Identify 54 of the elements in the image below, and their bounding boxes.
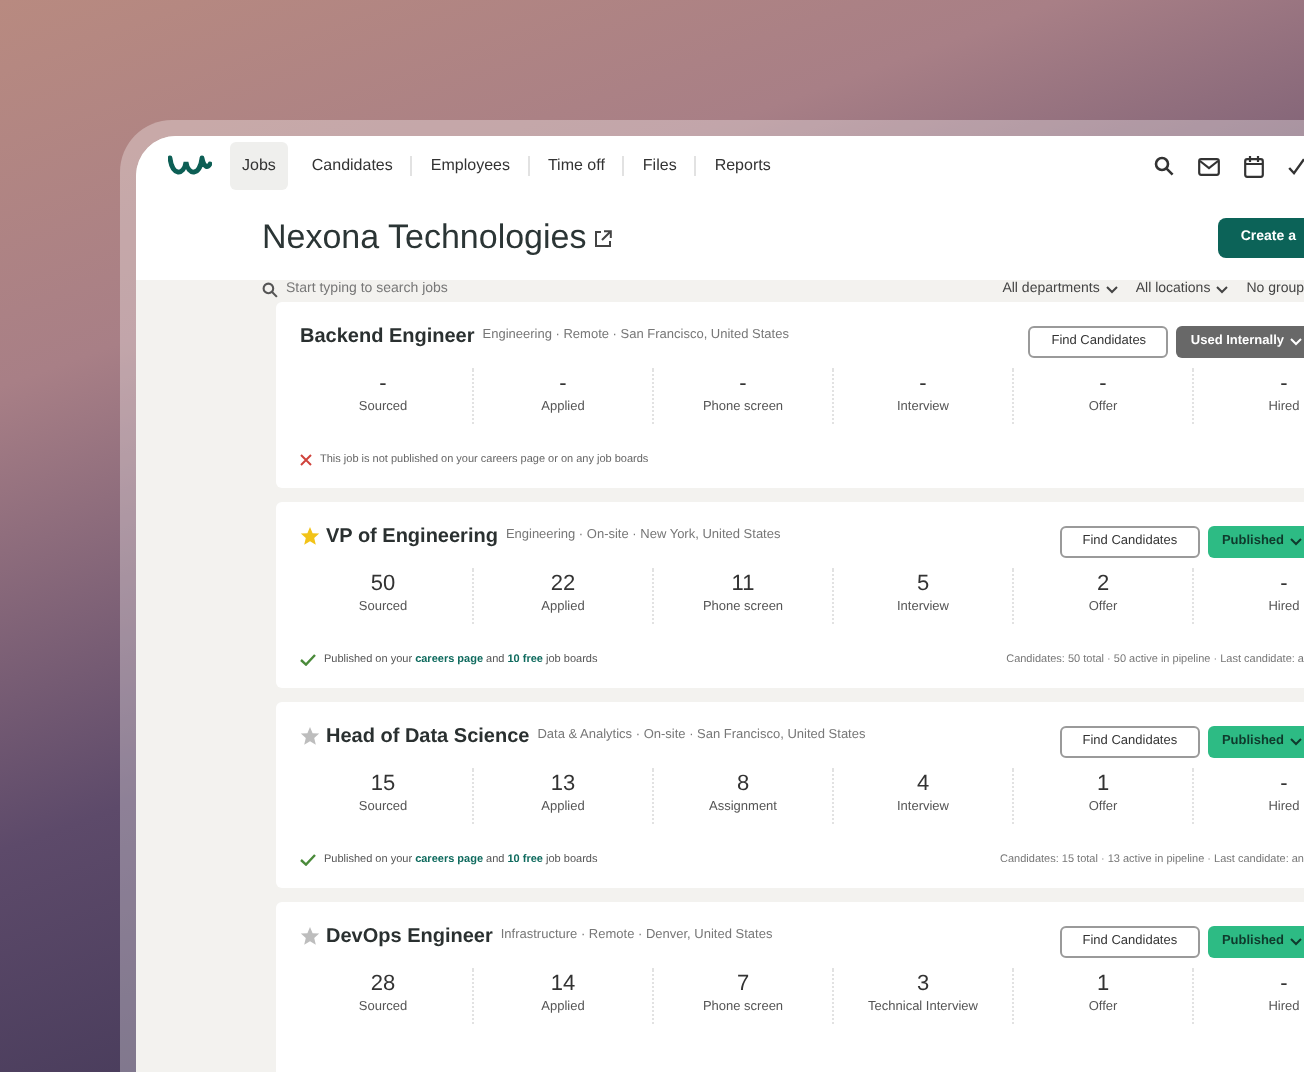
stage-count: 11 [731, 572, 755, 599]
stage-count: - [559, 372, 567, 399]
job-title[interactable]: Head of Data Science [326, 721, 530, 751]
search-icon[interactable] [1154, 156, 1174, 176]
stage-count: - [1280, 772, 1288, 799]
checkmark-icon[interactable] [1288, 157, 1304, 175]
stage-count: - [739, 372, 747, 399]
nav-tab[interactable]: Files [630, 142, 689, 190]
star-icon[interactable] [300, 725, 320, 745]
stage-count: 22 [550, 572, 576, 599]
cross-icon [300, 454, 312, 467]
star-icon[interactable] [300, 525, 320, 545]
stage-count: - [379, 372, 387, 399]
checkmark-icon [300, 854, 316, 867]
external-link-icon[interactable] [594, 229, 613, 247]
chevron-down-icon [1290, 737, 1302, 745]
nav-tab[interactable]: Time off [535, 142, 617, 190]
job-title[interactable]: Backend Engineer [300, 321, 475, 351]
logo-icon[interactable] [168, 152, 212, 180]
stage-count: 28 [370, 972, 396, 999]
star-icon[interactable] [300, 925, 320, 945]
stage-count: 3 [916, 972, 930, 999]
chevron-down-icon [1105, 286, 1118, 295]
calendar-icon[interactable] [1244, 155, 1264, 177]
checkmark-icon [300, 654, 316, 667]
nav-tab[interactable]: Reports [702, 142, 783, 190]
search-icon [262, 282, 278, 299]
stage-count: - [1280, 972, 1288, 999]
stage-count: 1 [1096, 772, 1110, 799]
stage-count: 7 [736, 972, 750, 999]
stage-count: - [1099, 372, 1107, 399]
nav-tab[interactable]: Candidates [299, 142, 405, 190]
stage-count: 2 [1096, 572, 1110, 599]
nav-tab[interactable]: Jobs [230, 142, 288, 190]
job-title[interactable]: VP of Engineering [326, 521, 498, 551]
stage-count: 50 [370, 572, 396, 599]
stage-count: 13 [550, 772, 576, 799]
chevron-down-icon [1290, 337, 1302, 345]
chevron-down-icon [1290, 937, 1302, 945]
stage-count: - [1280, 372, 1288, 399]
stage-count: - [919, 372, 927, 399]
chevron-down-icon [1290, 537, 1302, 545]
stage-count: 14 [550, 972, 576, 999]
stage-count: 4 [916, 772, 930, 799]
stage-count: 1 [1096, 972, 1110, 999]
company-title: Nexona Technologies [262, 216, 587, 261]
nav-tab[interactable]: Employees [418, 142, 522, 190]
chevron-down-icon [1216, 286, 1229, 295]
job-title[interactable]: DevOps Engineer [326, 921, 493, 951]
stage-count: 5 [916, 572, 930, 599]
stage-count: 15 [370, 772, 396, 799]
stage-count: - [1280, 572, 1288, 599]
stage-count: 8 [736, 772, 750, 799]
mail-icon[interactable] [1198, 157, 1220, 175]
